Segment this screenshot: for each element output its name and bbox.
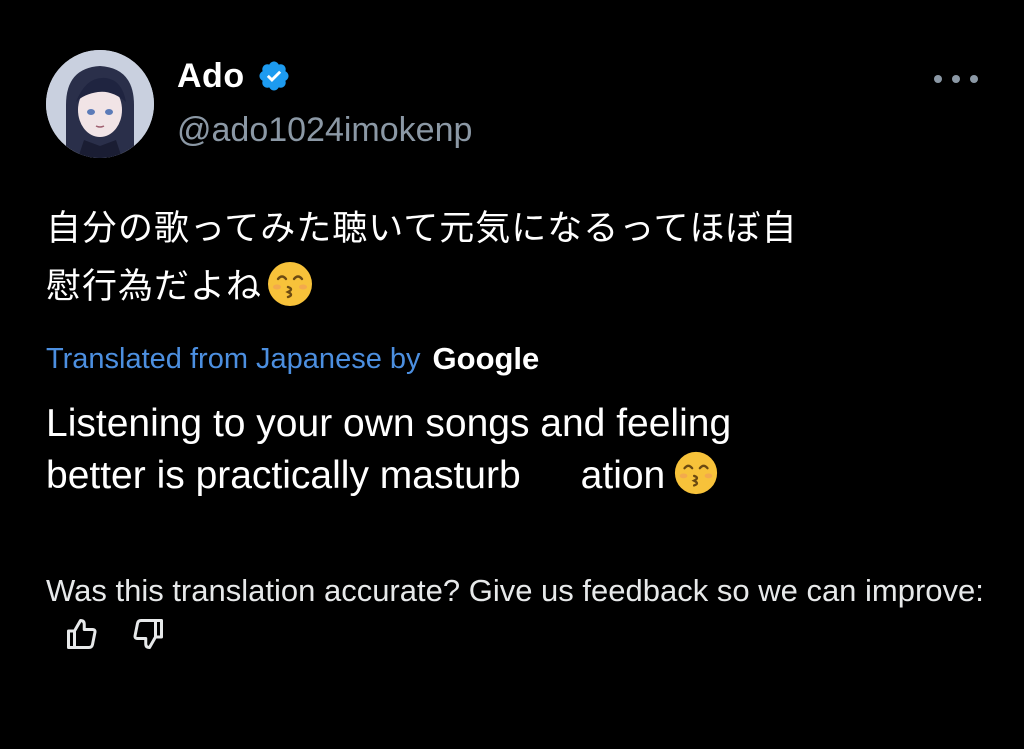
translated-from-label[interactable]: Translated from Japanese by (46, 343, 421, 376)
more-options-button[interactable] (934, 66, 978, 92)
translated-text-line-2-tail: ation (580, 454, 666, 497)
translation-feedback: Was this translation accurate? Give us f… (46, 568, 986, 658)
anime-avatar-icon (46, 50, 154, 158)
feedback-prompt: Was this translation accurate? Give us f… (46, 573, 984, 608)
more-dot (970, 75, 978, 83)
thumbs-down-icon[interactable] (130, 616, 166, 652)
translation-attribution: Translated from Japanese by Google (46, 336, 539, 382)
verified-badge-icon (257, 59, 291, 93)
tweet-text-translated: Listening to your own songs and feeling … (46, 398, 946, 502)
author-handle[interactable]: @ado1024imokenp (177, 111, 472, 150)
original-text-line-1: 自分の歌ってみた聴いて元気になるってほぼ自 (46, 209, 798, 249)
google-logo-text: Google (432, 341, 540, 376)
kissing-face-emoji-icon (266, 260, 314, 308)
kissing-face-emoji-icon (673, 450, 719, 496)
more-dot (952, 75, 960, 83)
original-text-line-2: 慰行為だよね (46, 267, 263, 307)
author-display-name[interactable]: Ado (177, 57, 245, 96)
translated-text-line-2: better is practically masturb (46, 454, 521, 497)
more-horizontal-icon (934, 75, 942, 83)
tweet-card: Ado @ado1024imokenp 自分の歌ってみた聴いて元気になるってほぼ… (0, 0, 1024, 749)
author-name-row: Ado (177, 56, 291, 96)
author-avatar[interactable] (46, 50, 154, 158)
tweet-text-original: 自分の歌ってみた聴いて元気になるってほぼ自 慰行為だよね (46, 200, 976, 316)
thumbs-up-icon[interactable] (64, 616, 100, 652)
translated-text-line-1: Listening to your own songs and feeling (46, 402, 732, 445)
